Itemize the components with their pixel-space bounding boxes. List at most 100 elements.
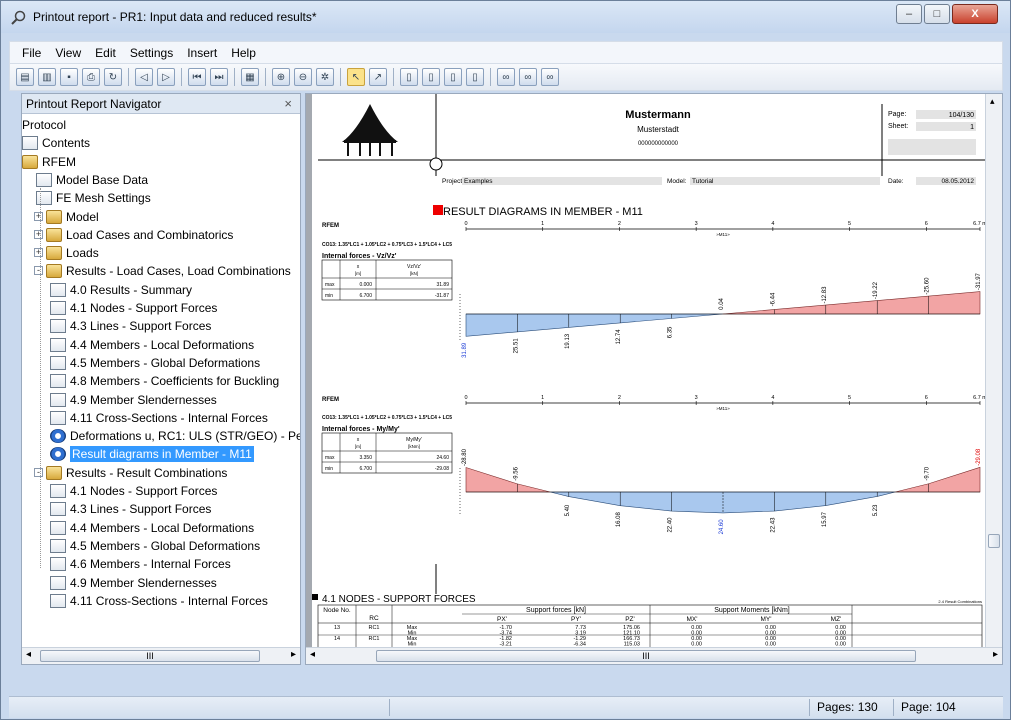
settings-gear-icon[interactable]: ✲ [316, 68, 334, 86]
diagram-1-value-label: 6.35 [668, 326, 674, 338]
menu-help[interactable]: Help [231, 46, 256, 60]
expand-toggle-icon[interactable]: - [34, 266, 43, 276]
tree-item[interactable]: RFEM [22, 153, 76, 171]
tree-item[interactable]: 4.4 Members - Local Deformations [50, 336, 254, 354]
diagram-2-value-label: 24.60 [719, 519, 725, 535]
table-cell: 14 [334, 636, 340, 642]
page-setup-icon[interactable]: ▦ [241, 68, 259, 86]
tree-item[interactable]: 4.1 Nodes - Support Forces [50, 482, 217, 500]
tree-item[interactable]: - Results - Result Combinations [34, 464, 227, 482]
tree-item[interactable]: 4.9 Member Slendernesses [50, 391, 217, 409]
tree-item[interactable]: - Results - Load Cases, Load Combinations [34, 262, 291, 280]
expand-toggle-icon[interactable]: + [34, 248, 43, 258]
link-icon-2[interactable]: ∞ [519, 68, 537, 86]
tree-item[interactable]: 4.5 Members - Global Deformations [50, 354, 260, 372]
previous-page-icon[interactable]: ◁ [135, 68, 153, 86]
tree-item-label: 4.6 Members - Internal Forces [70, 557, 231, 572]
page-icon-4[interactable]: ▯ [466, 68, 484, 86]
scroll-right-icon[interactable]: ▸ [291, 649, 296, 660]
preview-scroll-left-icon[interactable]: ◂ [310, 649, 315, 660]
scroll-left-icon[interactable]: ◂ [26, 649, 31, 660]
tree-item[interactable]: 4.0 Results - Summary [50, 281, 192, 299]
d1-col-value: Vz/Vz' [407, 264, 421, 270]
sheet-value: 1 [970, 124, 974, 131]
model-label: Model: [667, 178, 687, 185]
save-icon[interactable]: ▪ [60, 68, 78, 86]
first-page-icon[interactable]: ⏮ [188, 68, 206, 86]
menu-file[interactable]: File [22, 46, 41, 60]
diagram-1-value-label: -19.22 [873, 281, 879, 299]
toolbar-separator [490, 68, 491, 86]
tree-item[interactable]: 4.3 Lines - Support Forces [50, 500, 211, 518]
tree-item[interactable]: 4.11 Cross-Sections - Internal Forces [50, 592, 268, 610]
preview-vertical-scrollbar[interactable]: ▴ ▾ [985, 94, 1002, 664]
open-icon[interactable]: ▥ [38, 68, 56, 86]
tree-item[interactable]: 4.1 Nodes - Support Forces [50, 299, 217, 317]
expand-toggle-icon[interactable]: + [34, 229, 43, 239]
next-page-icon[interactable]: ▷ [157, 68, 175, 86]
diagram-2-value-label: 5.40 [565, 504, 571, 516]
pointer-tool-icon[interactable]: ↗ [369, 68, 387, 86]
tree-item[interactable]: 4.8 Members - Coefficients for Buckling [50, 372, 279, 390]
link-icon-3[interactable]: ∞ [541, 68, 559, 86]
tree-item[interactable]: + Model [34, 208, 99, 226]
new-report-icon[interactable]: ▤ [16, 68, 34, 86]
model-value: Tutorial [692, 178, 714, 185]
axis-tick-label: 5 [848, 221, 851, 227]
tree-item[interactable]: Deformations u, RC1: ULS (STR/GEO) - Pe [50, 427, 300, 445]
select-tool-icon[interactable]: ↖ [347, 68, 365, 86]
diagram-2-value-label: 22.40 [668, 517, 674, 533]
tree-item[interactable]: Result diagrams in Member - M11 [50, 445, 254, 463]
minimize-button[interactable]: – [896, 4, 922, 24]
zoom-out-icon[interactable]: ⊖ [294, 68, 312, 86]
expand-toggle-icon[interactable]: - [34, 467, 43, 477]
print-icon[interactable]: ⎙ [82, 68, 100, 86]
menu-edit[interactable]: Edit [95, 46, 116, 60]
page-icon [36, 191, 52, 206]
navigator-horizontal-scrollbar[interactable]: ◂ III ▸ [22, 647, 300, 664]
tree-item[interactable]: 4.5 Members - Global Deformations [50, 537, 260, 555]
zoom-in-icon[interactable]: ⊕ [272, 68, 290, 86]
tree-item[interactable]: 4.3 Lines - Support Forces [50, 317, 211, 335]
navigator-scroll-thumb[interactable]: III [40, 650, 260, 662]
page-icon-3[interactable]: ▯ [444, 68, 462, 86]
tree-item[interactable]: 4.4 Members - Local Deformations [50, 519, 254, 537]
preview-vscroll-thumb[interactable] [988, 534, 1000, 548]
tree-item-label: 4.11 Cross-Sections - Internal Forces [70, 593, 268, 608]
close-button[interactable]: X [952, 4, 998, 24]
diagram-2-plot: -28.80 -9.56 5.40 16.08 22.40 24.60 22.43 15.97… [459, 448, 982, 535]
tree-item[interactable]: 4.11 Cross-Sections - Internal Forces [50, 409, 268, 427]
menu-insert[interactable]: Insert [187, 46, 217, 60]
preview-hscroll-thumb[interactable]: III [376, 650, 916, 662]
link-icon-1[interactable]: ∞ [497, 68, 515, 86]
preview-horizontal-scrollbar[interactable]: ◂ III ▸ [306, 647, 1002, 664]
tree-item[interactable]: 4.9 Member Slendernesses [50, 574, 217, 592]
d1-max-x: 0.000 [359, 282, 372, 288]
table-cell: 13 [334, 625, 340, 631]
title-bar: Printout report - PR1: Input data and re… [1, 1, 1010, 33]
negative-moment-area-left [465, 467, 551, 493]
page-icon-1[interactable]: ▯ [400, 68, 418, 86]
tree-item[interactable]: + Loads [34, 244, 99, 262]
scroll-up-icon[interactable]: ▴ [990, 96, 995, 107]
axis-tick-label: 2 [618, 221, 621, 227]
d1-min-label: min [325, 293, 333, 299]
table-cell: RC1 [368, 625, 379, 631]
menu-settings[interactable]: Settings [130, 46, 173, 60]
expand-toggle-icon[interactable]: + [34, 211, 43, 221]
tree-item[interactable]: Protocol [22, 116, 66, 134]
menu-view[interactable]: View [55, 46, 81, 60]
preview-scroll-right-icon[interactable]: ▸ [993, 649, 998, 660]
tree-item[interactable]: Contents [22, 134, 90, 152]
maximize-button[interactable]: □ [924, 4, 950, 24]
tree-item[interactable]: + Load Cases and Combinatorics [34, 226, 233, 244]
tree-item-label: 4.1 Nodes - Support Forces [70, 484, 218, 498]
last-page-icon[interactable]: ⏭ [210, 68, 228, 86]
tree-item[interactable]: Model Base Data [36, 171, 148, 189]
tree-item[interactable]: 4.6 Members - Internal Forces [50, 555, 231, 573]
d1-unit-x: [m] [355, 271, 361, 276]
page-icon-2[interactable]: ▯ [422, 68, 440, 86]
tree-item[interactable]: FE Mesh Settings [36, 189, 151, 207]
refresh-icon[interactable]: ↻ [104, 68, 122, 86]
navigator-close-icon[interactable]: × [284, 96, 292, 111]
